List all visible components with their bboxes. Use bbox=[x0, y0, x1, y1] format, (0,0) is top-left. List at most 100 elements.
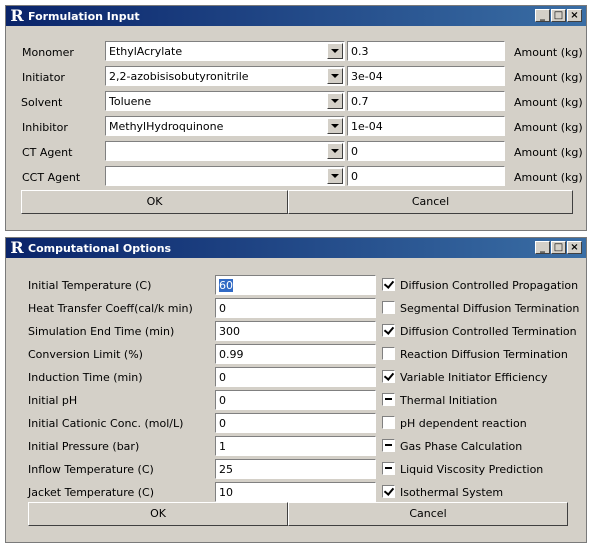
option-checkbox[interactable] bbox=[382, 416, 395, 429]
option-checkbox-label: Segmental Diffusion Termination bbox=[400, 302, 580, 315]
amount-unit-label: Amount (kg) bbox=[514, 171, 583, 184]
option-value-input[interactable]: 0 bbox=[215, 367, 376, 387]
chevron-down-icon[interactable] bbox=[327, 143, 343, 159]
option-value-text: 10 bbox=[219, 486, 233, 499]
chevron-down-icon[interactable] bbox=[327, 43, 343, 59]
option-checkbox[interactable] bbox=[382, 439, 395, 452]
option-row-label: Inflow Temperature (C) bbox=[28, 463, 154, 476]
option-row-label: Initial pH bbox=[28, 394, 78, 407]
component-select[interactable]: 2,2-azobisisobutyronitrile bbox=[105, 66, 345, 86]
close-icon[interactable]: × bbox=[567, 241, 582, 254]
option-value-input[interactable]: 60 bbox=[215, 275, 376, 295]
option-row-label: Initial Temperature (C) bbox=[28, 279, 152, 292]
option-checkbox-label: Diffusion Controlled Termination bbox=[400, 325, 577, 338]
amount-unit-label: Amount (kg) bbox=[514, 146, 583, 159]
option-checkbox[interactable] bbox=[382, 393, 395, 406]
amount-unit-label: Amount (kg) bbox=[514, 71, 583, 84]
computational-window-title: Computational Options bbox=[28, 242, 172, 255]
option-row-label: Simulation End Time (min) bbox=[28, 325, 175, 338]
option-value-text: 0 bbox=[219, 394, 226, 407]
option-checkbox[interactable] bbox=[382, 370, 395, 383]
formulation-input-window: R Formulation Input _ □ × Monomer EthylA… bbox=[5, 5, 587, 231]
option-value-input[interactable]: 10 bbox=[215, 482, 376, 502]
formulation-row-label: Inhibitor bbox=[22, 121, 68, 134]
amount-input[interactable]: 0.7 bbox=[347, 91, 505, 111]
amount-unit-label: Amount (kg) bbox=[514, 46, 583, 59]
minimize-icon[interactable]: _ bbox=[535, 241, 550, 254]
option-value-input[interactable]: 0 bbox=[215, 390, 376, 410]
computational-cancel-button[interactable]: Cancel bbox=[288, 502, 568, 526]
option-checkbox[interactable] bbox=[382, 278, 395, 291]
option-row-label: Heat Transfer Coeff(cal/k min) bbox=[28, 302, 193, 315]
option-value-text: 60 bbox=[219, 279, 233, 292]
option-checkbox-label: Variable Initiator Efficiency bbox=[400, 371, 548, 384]
component-select-value: Toluene bbox=[109, 95, 152, 108]
option-checkbox-label: Gas Phase Calculation bbox=[400, 440, 523, 453]
option-value-input[interactable]: 1 bbox=[215, 436, 376, 456]
option-value-text: 25 bbox=[219, 463, 233, 476]
option-row-label: Conversion Limit (%) bbox=[28, 348, 143, 361]
formulation-row-label: CT Agent bbox=[22, 146, 73, 159]
component-select-value: EthylAcrylate bbox=[109, 45, 183, 58]
component-select-value: MethylHydroquinone bbox=[109, 120, 224, 133]
amount-input[interactable]: 0.3 bbox=[347, 41, 505, 61]
formulation-titlebar[interactable]: R Formulation Input _ □ × bbox=[6, 6, 586, 26]
amount-unit-label: Amount (kg) bbox=[514, 96, 583, 109]
formulation-row-label: CCT Agent bbox=[22, 171, 81, 184]
option-row-label: Initial Cationic Conc. (mol/L) bbox=[28, 417, 184, 430]
amount-input[interactable]: 0 bbox=[347, 166, 505, 186]
option-value-input[interactable]: 25 bbox=[215, 459, 376, 479]
computational-options-window: R Computational Options _ □ × Initial Te… bbox=[5, 237, 587, 543]
option-value-text: 0 bbox=[219, 417, 226, 430]
maximize-icon[interactable]: □ bbox=[551, 9, 566, 22]
computational-ok-button[interactable]: OK bbox=[28, 502, 288, 526]
option-value-text: 300 bbox=[219, 325, 240, 338]
option-row-label: Induction Time (min) bbox=[28, 371, 143, 384]
amount-input[interactable]: 3e-04 bbox=[347, 66, 505, 86]
option-value-input[interactable]: 300 bbox=[215, 321, 376, 341]
formulation-ok-button[interactable]: OK bbox=[21, 190, 288, 214]
option-row-label: Initial Pressure (bar) bbox=[28, 440, 140, 453]
option-checkbox[interactable] bbox=[382, 485, 395, 498]
component-select[interactable] bbox=[105, 141, 345, 161]
option-checkbox-label: Liquid Viscosity Prediction bbox=[400, 463, 544, 476]
minimize-icon[interactable]: _ bbox=[535, 9, 550, 22]
option-checkbox[interactable] bbox=[382, 301, 395, 314]
maximize-icon[interactable]: □ bbox=[551, 241, 566, 254]
chevron-down-icon[interactable] bbox=[327, 118, 343, 134]
computational-titlebar[interactable]: R Computational Options _ □ × bbox=[6, 238, 586, 258]
component-select[interactable]: EthylAcrylate bbox=[105, 41, 345, 61]
option-value-text: 0.99 bbox=[219, 348, 244, 361]
formulation-window-title: Formulation Input bbox=[28, 10, 140, 23]
amount-unit-label: Amount (kg) bbox=[514, 121, 583, 134]
option-checkbox-label: Isothermal System bbox=[400, 486, 504, 499]
chevron-down-icon[interactable] bbox=[327, 168, 343, 184]
component-select[interactable]: MethylHydroquinone bbox=[105, 116, 345, 136]
formulation-row-label: Initiator bbox=[22, 71, 65, 84]
option-value-input[interactable]: 0 bbox=[215, 298, 376, 318]
close-icon[interactable]: × bbox=[567, 9, 582, 22]
r-logo-icon: R bbox=[10, 6, 24, 25]
option-value-input[interactable]: 0 bbox=[215, 413, 376, 433]
option-checkbox[interactable] bbox=[382, 462, 395, 475]
option-value-text: 0 bbox=[219, 371, 226, 384]
chevron-down-icon[interactable] bbox=[327, 93, 343, 109]
component-select[interactable]: Toluene bbox=[105, 91, 345, 111]
formulation-cancel-button[interactable]: Cancel bbox=[288, 190, 573, 214]
option-checkbox[interactable] bbox=[382, 347, 395, 360]
amount-input[interactable]: 1e-04 bbox=[347, 116, 505, 136]
option-row-label: Jacket Temperature (C) bbox=[28, 486, 155, 499]
chevron-down-icon[interactable] bbox=[327, 68, 343, 84]
amount-input[interactable]: 0 bbox=[347, 141, 505, 161]
component-select[interactable] bbox=[105, 166, 345, 186]
option-checkbox-label: Diffusion Controlled Propagation bbox=[400, 279, 579, 292]
option-value-text: 0 bbox=[219, 302, 226, 315]
option-checkbox-label: Thermal Initiation bbox=[400, 394, 498, 407]
component-select-value: 2,2-azobisisobutyronitrile bbox=[109, 70, 249, 83]
option-value-text: 1 bbox=[219, 440, 226, 453]
r-logo-icon: R bbox=[10, 238, 24, 257]
option-checkbox-label: Reaction Diffusion Termination bbox=[400, 348, 568, 361]
option-value-input[interactable]: 0.99 bbox=[215, 344, 376, 364]
option-checkbox-label: pH dependent reaction bbox=[400, 417, 527, 430]
option-checkbox[interactable] bbox=[382, 324, 395, 337]
